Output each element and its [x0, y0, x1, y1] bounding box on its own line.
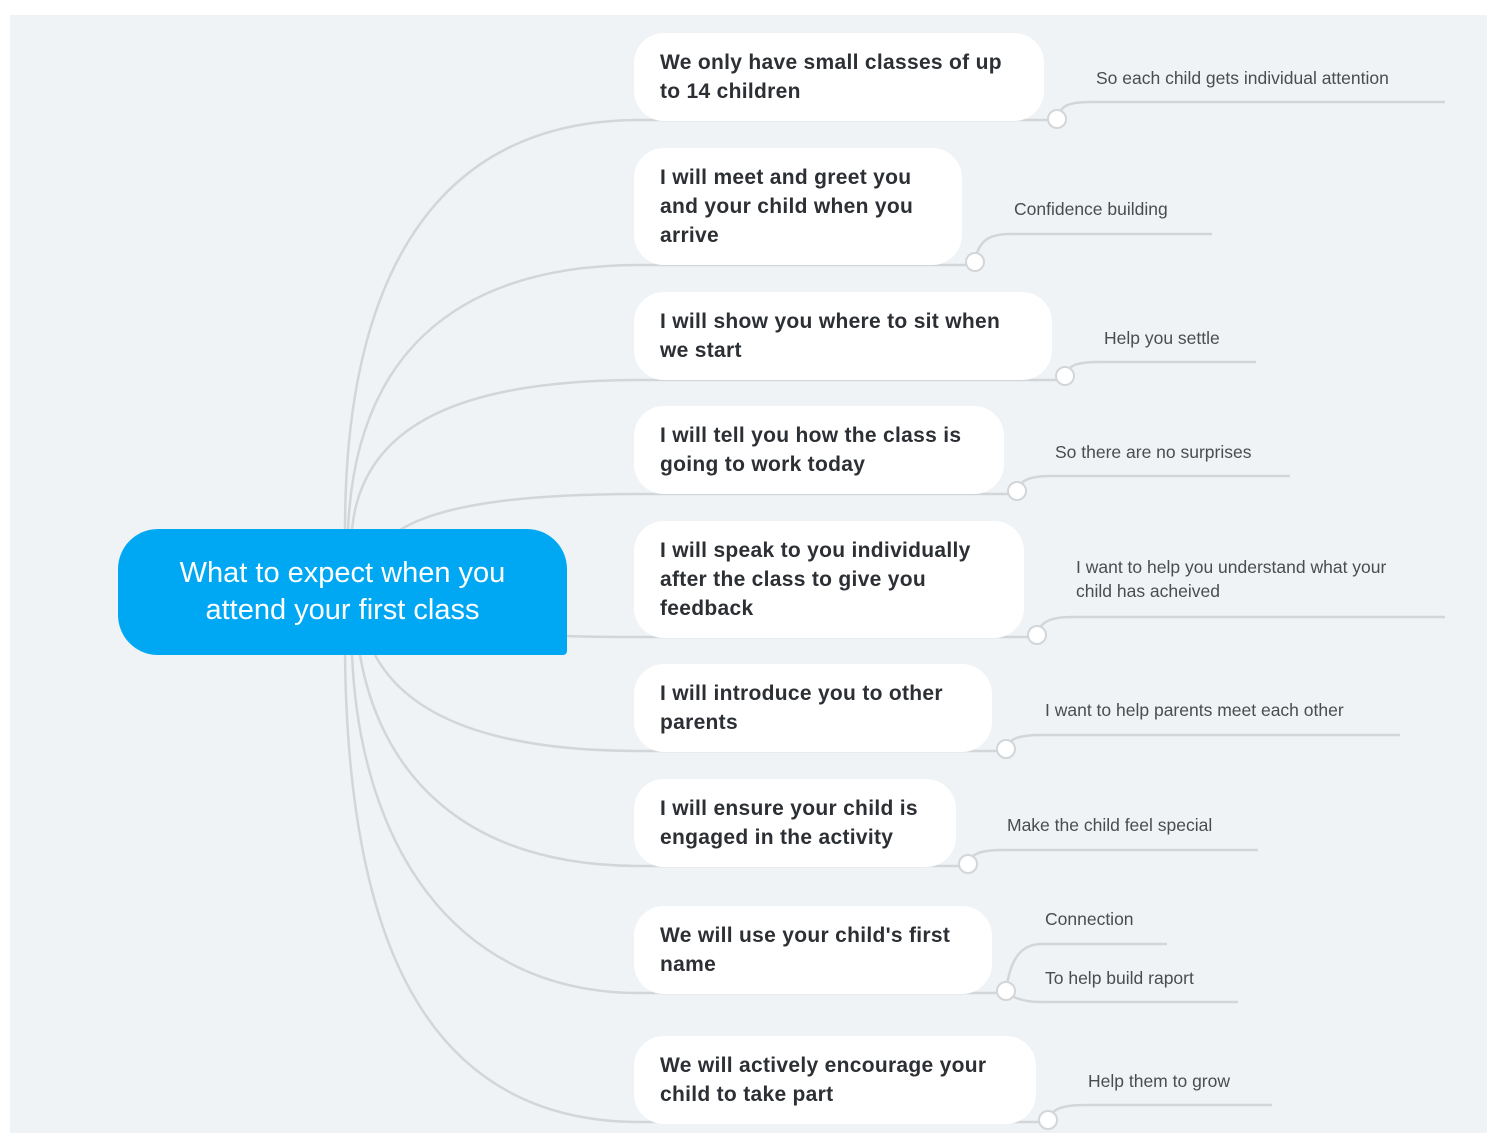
subtopic-8b[interactable]: To help build raport — [1045, 966, 1194, 990]
topic-node-3[interactable]: I will show you where to sit when we sta… — [634, 292, 1052, 380]
topic-node-7[interactable]: I will ensure your child is engaged in t… — [634, 779, 956, 867]
topic-label: We will use your child's first name — [660, 924, 951, 976]
subtopic-6[interactable]: I want to help parents meet each other — [1045, 698, 1344, 722]
topic-node-2[interactable]: I will meet and greet you and your child… — [634, 148, 962, 265]
subtopic-9[interactable]: Help them to grow — [1088, 1069, 1230, 1093]
central-topic-label: What to expect when you attend your firs… — [179, 557, 506, 626]
subtopic-8a[interactable]: Connection — [1045, 907, 1134, 931]
topic-node-8[interactable]: We will use your child's first name — [634, 906, 992, 994]
subtopic-7[interactable]: Make the child feel special — [1007, 813, 1212, 837]
topic-label: I will introduce you to other parents — [660, 682, 943, 734]
topic-label: We will actively encourage your child to… — [660, 1054, 987, 1106]
topic-label: We only have small classes of up to 14 c… — [660, 51, 1002, 103]
topic-label: I will speak to you individually after t… — [660, 539, 971, 620]
topic-node-6[interactable]: I will introduce you to other parents — [634, 664, 992, 752]
topic-node-4[interactable]: I will tell you how the class is going t… — [634, 406, 1004, 494]
topic-label: I will meet and greet you and your child… — [660, 166, 914, 247]
subtopic-5[interactable]: I want to help you understand what your … — [1076, 555, 1386, 603]
subtopic-4[interactable]: So there are no surprises — [1055, 440, 1252, 464]
topic-label: I will ensure your child is engaged in t… — [660, 797, 918, 849]
topic-node-9[interactable]: We will actively encourage your child to… — [634, 1036, 1036, 1124]
central-topic[interactable]: What to expect when you attend your firs… — [118, 529, 567, 655]
subtopic-1[interactable]: So each child gets individual attention — [1096, 66, 1389, 90]
topic-node-5[interactable]: I will speak to you individually after t… — [634, 521, 1024, 638]
subtopic-2[interactable]: Confidence building — [1014, 197, 1168, 221]
subtopic-3[interactable]: Help you settle — [1104, 326, 1220, 350]
topic-label: I will tell you how the class is going t… — [660, 424, 962, 476]
topic-node-1[interactable]: We only have small classes of up to 14 c… — [634, 33, 1044, 121]
topic-label: I will show you where to sit when we sta… — [660, 310, 1001, 362]
